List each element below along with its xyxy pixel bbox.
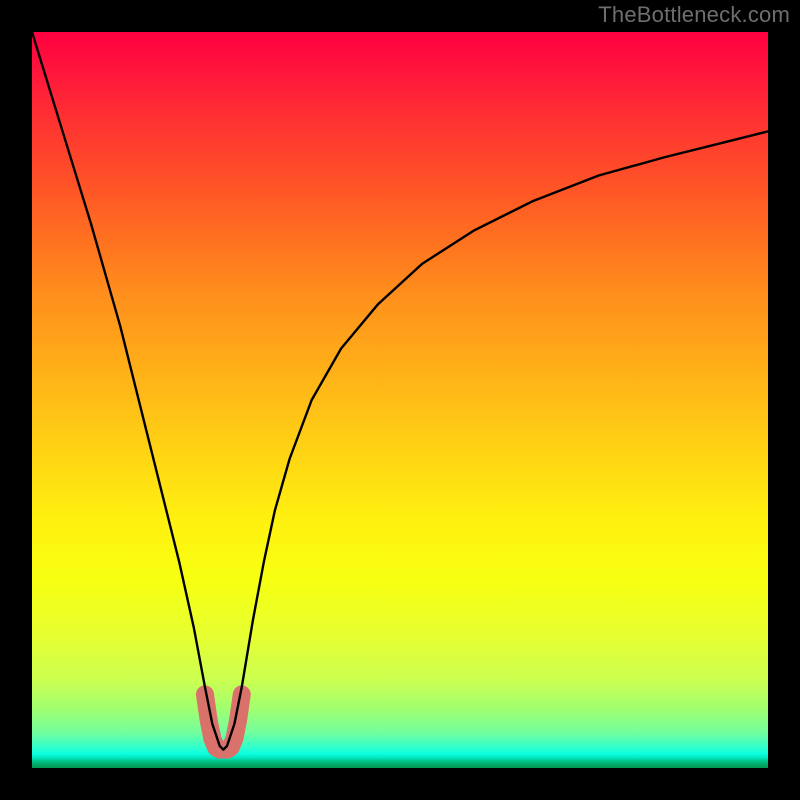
plot-area — [32, 32, 768, 768]
salmon-underline-path — [205, 694, 242, 749]
watermark-label: TheBottleneck.com — [598, 2, 790, 28]
curve-layer — [32, 32, 768, 768]
chart-root: TheBottleneck.com — [0, 0, 800, 800]
bottleneck-curve-path — [32, 32, 768, 750]
